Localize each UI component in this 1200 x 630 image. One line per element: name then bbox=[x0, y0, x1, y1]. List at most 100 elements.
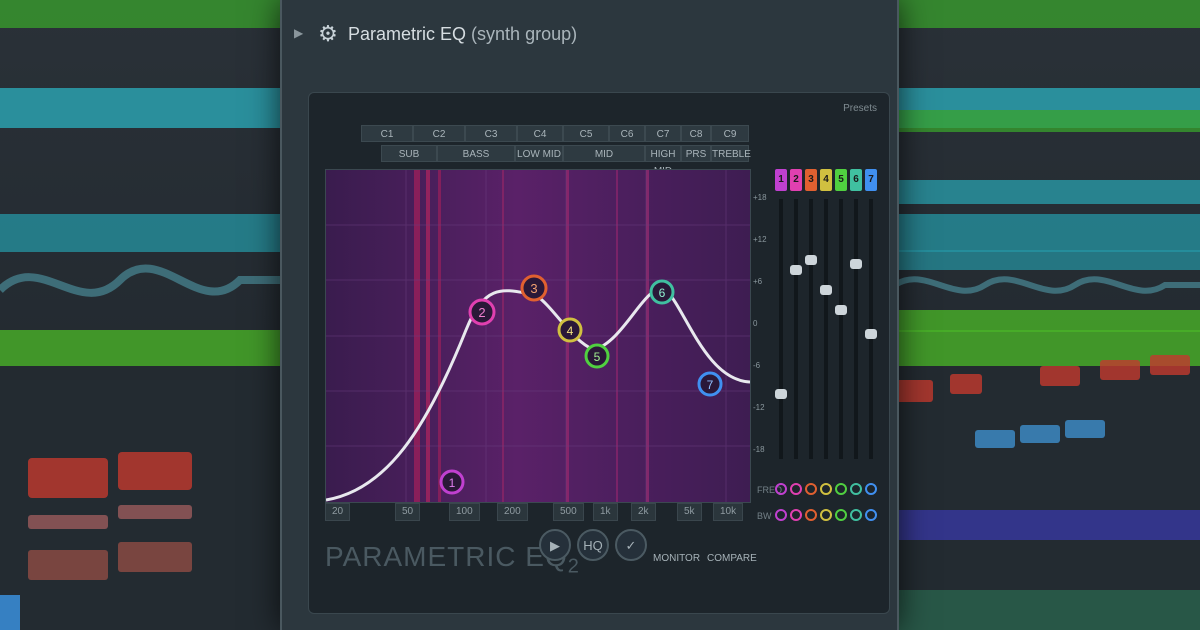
fader-cap-5: 5 bbox=[835, 169, 847, 191]
presets-label[interactable]: Presets bbox=[843, 103, 877, 114]
freq-label: 2k bbox=[631, 503, 656, 521]
menu-arrow-icon[interactable]: ▶ bbox=[294, 26, 303, 40]
band-top-label: C3 bbox=[465, 125, 517, 142]
band-top-label: C4 bbox=[517, 125, 563, 142]
fader-knob[interactable] bbox=[865, 329, 877, 339]
plugin-title: Parametric EQ (synth group) bbox=[348, 24, 577, 45]
bw-knobs bbox=[775, 509, 885, 525]
band-node-1: 1 bbox=[439, 469, 465, 495]
hq-button[interactable]: HQ bbox=[577, 529, 609, 561]
fader-knob[interactable] bbox=[775, 389, 787, 399]
gain-label: 0 bbox=[753, 319, 758, 328]
green-lane bbox=[895, 110, 1200, 132]
plugin-subtitle: (synth group) bbox=[471, 24, 578, 44]
band-bottom-label: TREBLE bbox=[711, 145, 751, 162]
freq-knob[interactable] bbox=[820, 483, 832, 495]
bw-knob[interactable] bbox=[850, 509, 862, 521]
fader-band-2[interactable]: 2 bbox=[790, 169, 802, 469]
freq-knob[interactable] bbox=[850, 483, 862, 495]
right-tracks-svg bbox=[893, 110, 1200, 630]
eq-panel: Presets C1 C2 C3 C4 C5 C6 C7 C8 C9 SUB B… bbox=[308, 92, 890, 614]
band-node-4-label: 4 bbox=[567, 324, 574, 338]
band-node-5-label: 5 bbox=[594, 350, 601, 364]
freq-label: 50 bbox=[395, 503, 421, 521]
band-bottom-label: HIGH MID bbox=[645, 145, 681, 177]
fader-band-6[interactable]: 6 bbox=[850, 169, 862, 469]
freq-knob[interactable] bbox=[835, 483, 847, 495]
fader-knob[interactable] bbox=[820, 285, 832, 295]
plugin-titlebar[interactable]: ▶ ⚙ Parametric EQ (synth group) bbox=[282, 14, 897, 58]
band-node-1-label: 1 bbox=[449, 476, 456, 490]
logo-text: PARAMETRIC EQ bbox=[325, 541, 568, 572]
band-node-7-label: 7 bbox=[707, 378, 714, 392]
bw-knob[interactable] bbox=[790, 509, 802, 521]
freq-knob[interactable] bbox=[865, 483, 877, 495]
clip-red-r3 bbox=[1040, 366, 1080, 386]
band-top-label: C9 bbox=[711, 125, 749, 142]
teal-lane bbox=[895, 590, 1200, 630]
freq-label: 10k bbox=[713, 503, 744, 521]
clip-salmon bbox=[28, 550, 108, 580]
bw-knob[interactable] bbox=[820, 509, 832, 521]
band-node-4: 4 bbox=[557, 317, 583, 343]
band-node-5: 5 bbox=[584, 343, 610, 369]
fader-cap-2: 2 bbox=[790, 169, 802, 191]
right-playlist bbox=[893, 0, 1200, 630]
band-header: C1 C2 C3 C4 C5 C6 C7 C8 C9 SUB BASS LOW … bbox=[325, 125, 751, 177]
bottom-controls: ▶ HQ ✓ MONITOR COMPARE bbox=[539, 529, 759, 569]
clip-salmon-2 bbox=[118, 542, 192, 572]
fader-knob[interactable] bbox=[805, 255, 817, 265]
left-automation-svg bbox=[0, 264, 280, 630]
clip-red-r bbox=[895, 380, 933, 402]
grid bbox=[326, 170, 750, 502]
band-bottom-label: PRS bbox=[681, 145, 711, 162]
band-node-2: 2 bbox=[468, 298, 496, 326]
fader-band-1[interactable]: 1 bbox=[775, 169, 787, 469]
fader-cap-3: 3 bbox=[805, 169, 817, 191]
fader-knob[interactable] bbox=[790, 265, 802, 275]
band-bottom-label: BASS bbox=[437, 145, 515, 162]
gain-label: +12 bbox=[753, 235, 767, 244]
bw-knob[interactable] bbox=[805, 509, 817, 521]
freq-knob[interactable] bbox=[775, 483, 787, 495]
fader-cap-4: 4 bbox=[820, 169, 832, 191]
monitor-label[interactable]: MONITOR bbox=[653, 553, 700, 564]
fader-band-4[interactable]: 4 bbox=[820, 169, 832, 469]
bw-knob[interactable] bbox=[865, 509, 877, 521]
parametric-eq-window: ▶ ⚙ Parametric EQ (synth group) Presets … bbox=[280, 0, 899, 630]
bw-knob[interactable] bbox=[775, 509, 787, 521]
band-bottom-label: SUB bbox=[381, 145, 437, 162]
freq-axis: 20 50 100 200 500 1k 2k 5k 10k bbox=[325, 503, 749, 523]
freq-knob[interactable] bbox=[790, 483, 802, 495]
freq-label: 500 bbox=[553, 503, 584, 521]
clip-blue bbox=[0, 595, 20, 630]
eq-graph[interactable]: 1 2 3 4 5 6 7 bbox=[325, 169, 751, 503]
fader-knob[interactable] bbox=[850, 259, 862, 269]
fader-knob[interactable] bbox=[835, 305, 847, 315]
fader-band-7[interactable]: 7 bbox=[865, 169, 877, 469]
bw-knob-label: BW bbox=[757, 511, 772, 521]
check-button[interactable]: ✓ bbox=[615, 529, 647, 561]
fader-band-3[interactable]: 3 bbox=[805, 169, 817, 469]
gain-axis: +18 +12 +6 0 -6 -12 -18 bbox=[753, 193, 771, 493]
bw-knob[interactable] bbox=[835, 509, 847, 521]
gain-label: -18 bbox=[753, 445, 765, 454]
cyan-lane-2 bbox=[895, 250, 1200, 270]
gear-icon[interactable]: ⚙ bbox=[316, 22, 340, 46]
band-top-label: C1 bbox=[361, 125, 413, 142]
band-faders: 1 2 3 4 5 6 7 bbox=[775, 169, 885, 529]
plugin-title-text: Parametric EQ bbox=[348, 24, 467, 44]
band-node-7: 7 bbox=[697, 371, 723, 397]
clip-blue-r2 bbox=[1020, 425, 1060, 443]
play-button[interactable]: ▶ bbox=[539, 529, 571, 561]
band-node-6-label: 6 bbox=[659, 286, 666, 300]
fader-band-5[interactable]: 5 bbox=[835, 169, 847, 469]
freq-knob[interactable] bbox=[805, 483, 817, 495]
purple-lane bbox=[895, 510, 1200, 540]
clip-pink-2 bbox=[118, 505, 192, 519]
fader-cap-6: 6 bbox=[850, 169, 862, 191]
band-bottom-label: MID bbox=[563, 145, 645, 162]
compare-label[interactable]: COMPARE bbox=[707, 553, 757, 564]
fader-cap-1: 1 bbox=[775, 169, 787, 191]
clip-blue-r3 bbox=[1065, 420, 1105, 438]
